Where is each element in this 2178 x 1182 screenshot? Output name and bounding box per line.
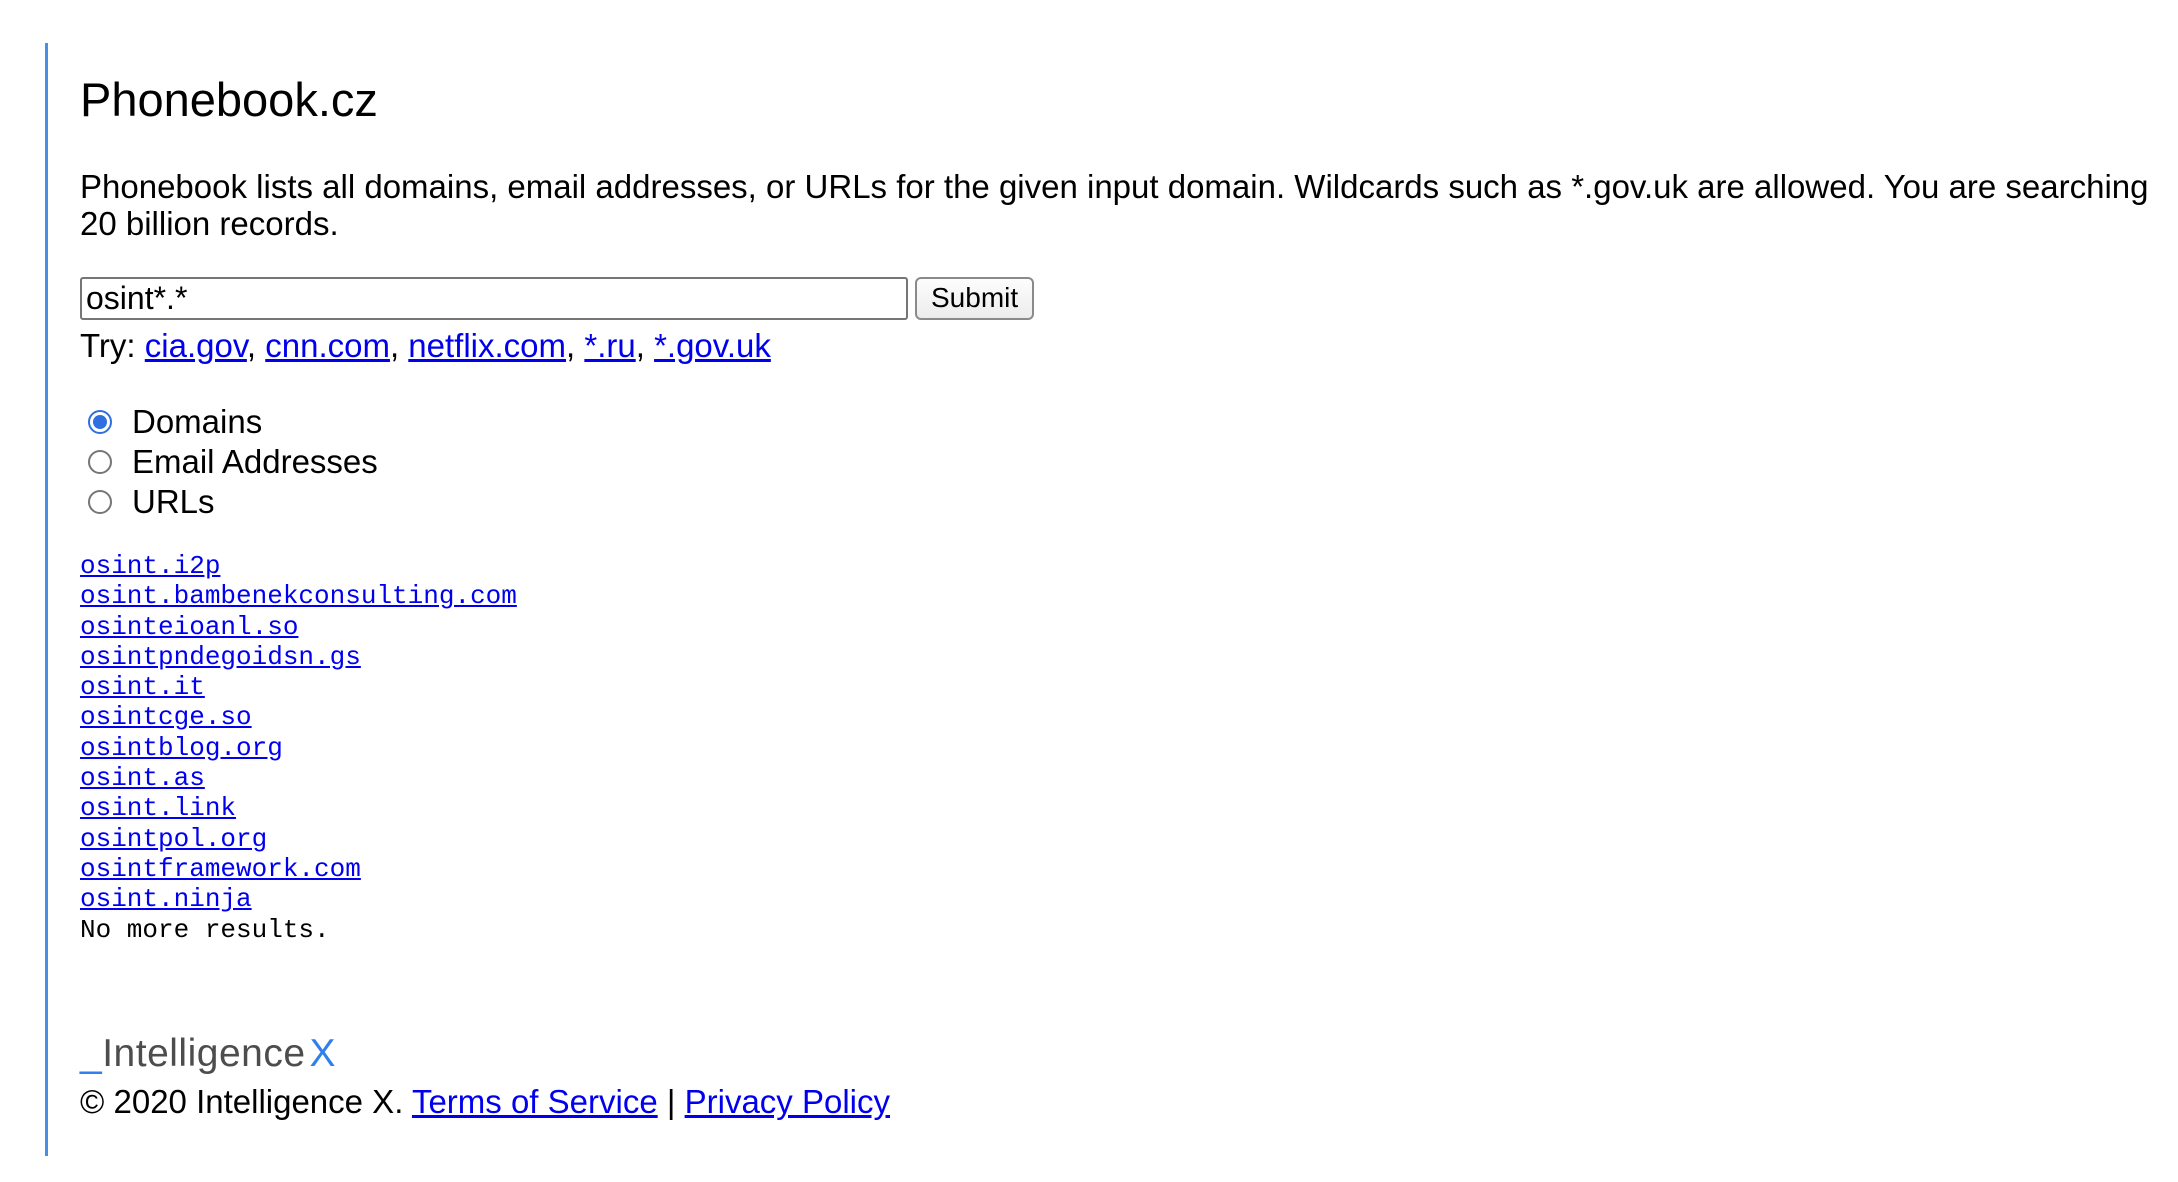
logo-text: Intelligence — [102, 1032, 306, 1075]
option-email-addresses[interactable]: Email Addresses — [88, 442, 378, 482]
option-label: URLs — [132, 483, 215, 520]
result-link[interactable]: osint.bambenekconsulting.com — [80, 581, 517, 611]
try-suggestions: Try: cia.gov, cnn.com, netflix.com, *.ru… — [80, 327, 771, 364]
result-link[interactable]: osintpol.org — [80, 824, 517, 854]
urls-radio[interactable] — [88, 490, 112, 514]
try-link-gov-uk[interactable]: *.gov.uk — [654, 327, 771, 364]
logo-x-mark: X — [309, 1032, 337, 1075]
email-addresses-radio[interactable] — [88, 450, 112, 474]
page-title: Phonebook.cz — [80, 73, 378, 126]
terms-of-service-link[interactable]: Terms of Service — [412, 1083, 658, 1120]
result-link[interactable]: osint.as — [80, 763, 517, 793]
try-link-cia[interactable]: cia.gov — [145, 327, 247, 364]
search-type-options: Domains Email Addresses URLs — [88, 402, 378, 522]
domains-radio[interactable] — [88, 410, 112, 434]
intelligence-x-logo[interactable]: _Intelligence X — [80, 1030, 336, 1078]
result-link[interactable]: osint.link — [80, 793, 517, 823]
page-description: Phonebook lists all domains, email addre… — [80, 168, 2149, 242]
option-urls[interactable]: URLs — [88, 482, 378, 522]
result-link[interactable]: osintcge.so — [80, 702, 517, 732]
submit-button[interactable]: Submit — [915, 276, 1035, 320]
no-more-results-text: No more results. — [80, 914, 330, 945]
option-domains[interactable]: Domains — [88, 402, 378, 442]
option-label: Domains — [132, 403, 263, 440]
result-link[interactable]: osint.i2p — [80, 551, 517, 581]
copyright-text: © 2020 Intelligence X. — [80, 1083, 404, 1120]
footer-separator: | — [666, 1083, 676, 1120]
result-link[interactable]: osintblog.org — [80, 733, 517, 763]
results-list: osint.i2p osint.bambenekconsulting.com o… — [80, 551, 517, 945]
footer: © 2020 Intelligence X. Terms of Service … — [80, 1082, 890, 1122]
search-form: Submit — [80, 276, 1035, 320]
privacy-policy-link[interactable]: Privacy Policy — [685, 1083, 890, 1120]
left-border-rule — [45, 43, 48, 1156]
try-link-ru[interactable]: *.ru — [584, 327, 635, 364]
result-link[interactable]: osintpndegoidsn.gs — [80, 642, 517, 672]
try-link-cnn[interactable]: cnn.com — [265, 327, 390, 364]
result-link[interactable]: osint.it — [80, 672, 517, 702]
search-input[interactable] — [80, 276, 908, 320]
result-link[interactable]: osinteioanl.so — [80, 612, 517, 642]
try-link-netflix[interactable]: netflix.com — [408, 327, 566, 364]
option-label: Email Addresses — [132, 443, 378, 480]
result-link[interactable]: osint.ninja — [80, 884, 517, 914]
result-link[interactable]: osintframework.com — [80, 854, 517, 884]
logo-underscore: _ — [80, 1032, 103, 1075]
try-label: Try: — [80, 327, 136, 364]
